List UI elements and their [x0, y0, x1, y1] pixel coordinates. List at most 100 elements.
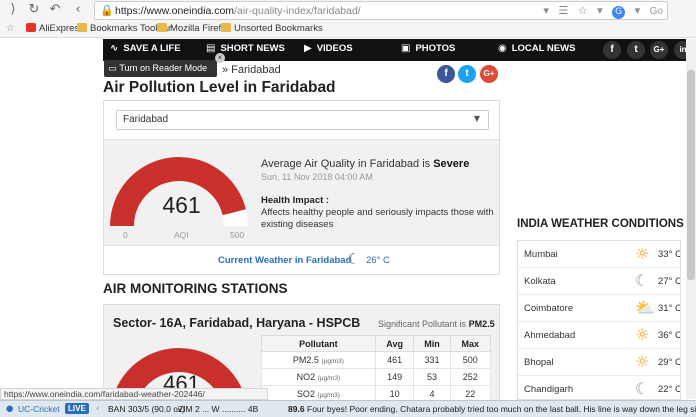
current-weather-temp: 26° C — [366, 255, 390, 266]
live-badge: LIVE — [65, 403, 89, 414]
close-icon[interactable]: × — [215, 53, 225, 63]
weather-city: Bhopal — [524, 357, 554, 368]
search-label[interactable]: Go — [650, 6, 663, 17]
weather-city: Ahmedabad — [524, 330, 576, 341]
sun-icon: ☼ — [635, 244, 650, 263]
nav-videos[interactable]: ▶ VIDEOS — [304, 43, 353, 54]
weather-row[interactable]: Kolkata ☾ 27° C — [518, 268, 680, 295]
bookmark-unsorted[interactable]: Unsorted Bookmarks — [221, 23, 323, 34]
table-header-row: Pollutant Avg Min Max — [261, 335, 491, 352]
aqi-card: Faridabad ▼ 461 0 AQI 500 Average Air Qua… — [103, 100, 500, 275]
pollutant-name: NO2 (µg/m3) — [261, 368, 376, 386]
reader-icon[interactable]: ☰ — [558, 4, 568, 17]
folder-icon — [77, 23, 87, 32]
col-max: Max — [449, 335, 491, 352]
moon-icon: ☾ — [347, 250, 361, 268]
back-icon[interactable]: ‹ — [70, 2, 86, 18]
weather-row[interactable]: Chandigarh ☾ 22° C — [518, 376, 680, 399]
weather-city: Coimbatore — [524, 303, 574, 314]
weather-temp: 36° C — [658, 330, 681, 341]
aqi-value: 461 — [162, 192, 201, 218]
weather-city: Chandigarh — [524, 384, 574, 395]
chevron-down-icon: ▼ — [473, 114, 480, 123]
moon-icon: ☾ — [635, 271, 650, 290]
stations-title: AIR MONITORING STATIONS — [103, 281, 288, 296]
bookmark-aliexpress[interactable]: AliExpress — [26, 23, 84, 34]
partly-cloudy-icon: ⛅ — [635, 298, 655, 317]
sun-icon: ☼ — [635, 352, 650, 371]
col-min: Min — [413, 335, 451, 352]
breadcrumb[interactable]: » Faridabad — [222, 64, 281, 76]
google-plus-icon[interactable]: G+ — [650, 41, 668, 59]
weather-row[interactable]: Mumbai ☼ 33° C — [518, 241, 680, 268]
col-avg: Avg — [374, 335, 415, 352]
pollutant-avg: 149 — [374, 368, 415, 386]
nav-local-news[interactable]: ◉ LOCAL NEWS — [498, 43, 575, 54]
station-name: Sector- 16A, Faridabad, Haryana - HSPCB — [113, 316, 361, 330]
page-title: Air Pollution Level in Faridabad — [103, 79, 336, 96]
browser-chrome: ⟩ ↻ ↶ ‹ 🔒 https://www.oneindia.com/air-q… — [0, 0, 696, 38]
city-select[interactable]: Faridabad ▼ — [116, 110, 489, 130]
share-facebook-icon[interactable]: f — [437, 65, 455, 83]
aqi-max-label: 500 — [230, 230, 245, 240]
forward-icon[interactable]: ⟩ — [5, 2, 21, 18]
aqi-gauge-panel: 461 0 AQI 500 Average Air Quality in Far… — [104, 139, 499, 246]
weather-city: Mumbai — [524, 249, 558, 260]
refresh-icon[interactable]: ↻ — [26, 2, 42, 18]
ticker-score1: BAN 303/5 (90.0 ov) — [108, 404, 186, 414]
facebook-icon[interactable]: f — [603, 41, 621, 59]
cricket-ticker[interactable]: ● UC-Cricket LIVE ‹ BAN 303/5 (90.0 ov) … — [0, 400, 696, 417]
news-icon: ▤ — [206, 43, 216, 54]
reader-mode-tooltip[interactable]: ▭ Turn on Reader Mode — [104, 60, 217, 77]
site-nav: ∿ SAVE A LIFE ▤ SHORT NEWS ▶ VIDEOS ▣ PHOTOS… — [103, 39, 696, 61]
health-impact-text: Affects healthy people and seriously imp… — [261, 207, 494, 230]
prev-icon[interactable]: ‹ — [96, 404, 99, 414]
current-weather-link[interactable]: Current Weather in Faridabad — [218, 255, 351, 266]
pollutant-max: 252 — [449, 368, 491, 386]
table-row: NO2 (µg/m3) 149 53 252 — [261, 368, 491, 386]
significant-pollutant: Significant Pollutant is PM2.5 — [378, 319, 495, 329]
weather-row[interactable]: Ahmedabad ☼ 36° C — [518, 322, 680, 349]
weather-row[interactable]: Coimbatore ⛅ 31° C — [518, 295, 680, 322]
book-icon: ▭ — [108, 64, 120, 74]
chevron-down-icon[interactable]: ▾ — [635, 4, 641, 17]
aliexpress-icon — [26, 23, 36, 32]
chevron-down-icon[interactable]: ▾ — [597, 4, 603, 17]
ticker-commentary: Four byes! Poor ending. Chatara probably… — [307, 404, 696, 414]
nav-photos[interactable]: ▣ PHOTOS — [401, 43, 455, 54]
aqi-date: Sun, 11 Nov 2018 04:00 AM — [261, 172, 373, 182]
pollutant-name: PM2.5 (µg/m3) — [261, 351, 376, 369]
pollutant-table: Pollutant Avg Min Max PM2.5 (µg/m3) 461 … — [261, 335, 491, 403]
folder-icon — [157, 23, 167, 32]
undo-icon[interactable]: ↶ — [47, 2, 63, 18]
nav-save-a-life[interactable]: ∿ SAVE A LIFE — [110, 43, 181, 54]
weather-temp: 33° C — [658, 249, 681, 260]
url-text: https://www.oneindia.com/air-quality-ind… — [115, 5, 361, 17]
weather-list: Mumbai ☼ 33° C Kolkata ☾ 27° C Coimbator… — [517, 240, 681, 400]
average-air-quality: Average Air Quality in Faridabad is Seve… — [261, 158, 470, 170]
star-icon[interactable]: ☆ — [6, 23, 15, 34]
google-icon[interactable]: G — [612, 6, 626, 19]
ticker-over: 89.6 — [288, 404, 305, 414]
pollutant-min: 53 — [413, 368, 451, 386]
weather-city: Kolkata — [524, 276, 556, 287]
weather-row[interactable]: Bhopal ☼ 29° C — [518, 349, 680, 376]
bookmark-star-icon[interactable]: ☆ — [578, 4, 588, 17]
pollutant-min: 331 — [413, 351, 451, 369]
weather-conditions-title: INDIA WEATHER CONDITIONS — [517, 218, 684, 230]
weather-temp: 29° C — [658, 357, 681, 368]
table-row: PM2.5 (µg/m3) 461 331 500 — [261, 351, 491, 369]
lock-icon: 🔒 — [100, 4, 114, 17]
twitter-icon[interactable]: t — [627, 41, 645, 59]
share-google-plus-icon[interactable]: G+ — [480, 65, 498, 83]
url-bar[interactable]: 🔒 https://www.oneindia.com/air-quality-i… — [94, 1, 668, 20]
col-pollutant: Pollutant — [261, 335, 376, 352]
ticker-score2: ZIM 2 ... W .......... 4B — [178, 404, 259, 414]
dropdown-icon[interactable]: ▾ — [543, 4, 549, 17]
weather-temp: 31° C — [658, 303, 681, 314]
share-twitter-icon[interactable]: t — [458, 65, 476, 83]
aqi-gauge — [110, 157, 248, 227]
health-impact-title: Health Impact : — [261, 195, 330, 206]
scrollbar-thumb[interactable] — [687, 70, 695, 280]
aqi-unit-label: AQI — [174, 230, 189, 240]
